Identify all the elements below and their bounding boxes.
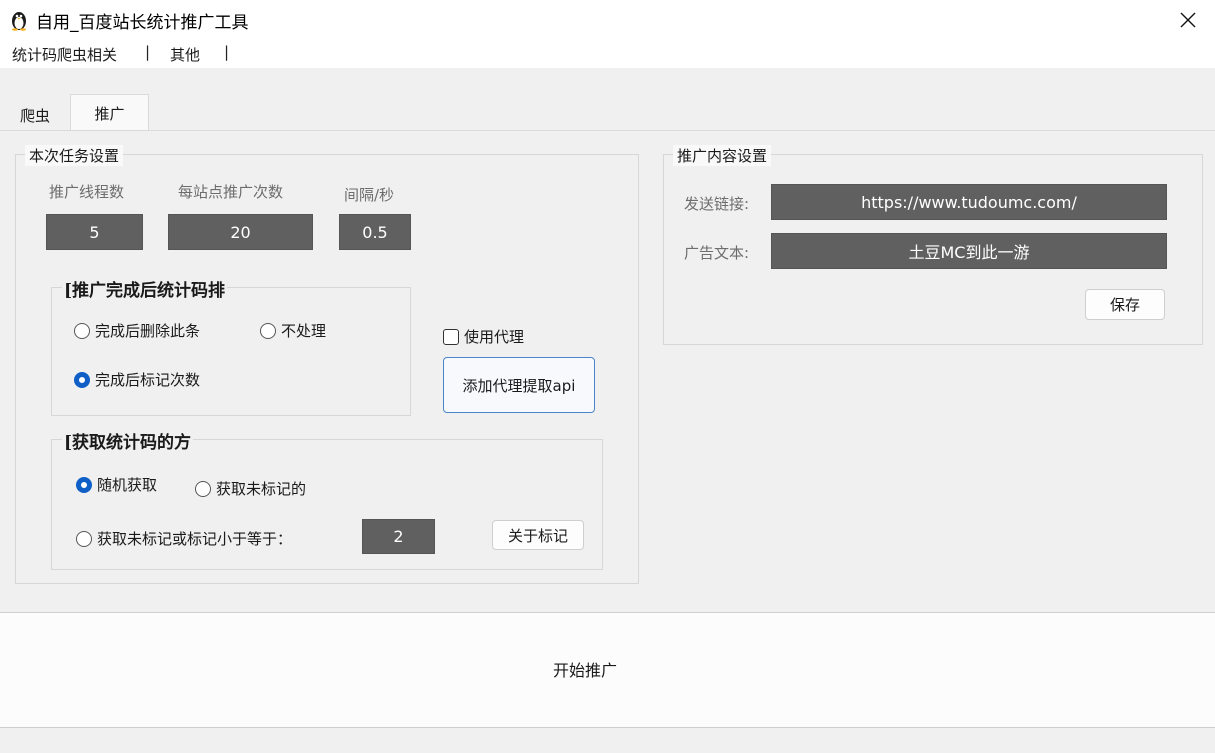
radio-label: 完成后标记次数: [95, 371, 201, 389]
threads-label: 推广线程数: [49, 183, 125, 201]
radio-mark-count[interactable]: 完成后标记次数: [74, 369, 200, 390]
save-button[interactable]: 保存: [1085, 289, 1165, 320]
use-proxy-checkbox[interactable]: 使用代理: [443, 326, 524, 347]
radio-label: 完成后删除此条: [95, 322, 201, 340]
radio-button-selected-icon: [76, 476, 92, 493]
fetch-method-group: [51, 439, 603, 570]
interval-label: 间隔/秒: [344, 186, 395, 204]
radio-button-icon: [195, 480, 211, 497]
radio-random-fetch[interactable]: 随机获取: [76, 474, 157, 495]
promo-content-title: 推广内容设置: [673, 145, 772, 166]
radio-button-icon: [76, 530, 92, 547]
link-label: 发送链接:: [684, 195, 750, 213]
per-site-count-field[interactable]: 20: [168, 214, 313, 250]
menu-separator: |: [224, 43, 230, 61]
menu-bar: 统计码爬虫相关 | 其他 |: [0, 40, 1215, 68]
ad-text-field[interactable]: 土豆MC到此一游: [771, 233, 1167, 269]
menu-item-other[interactable]: 其他: [170, 44, 200, 65]
link-field[interactable]: https://www.tudoumc.com/: [771, 184, 1167, 220]
about-mark-button[interactable]: 关于标记: [492, 520, 584, 550]
task-settings-title: 本次任务设置: [25, 145, 124, 166]
window-title: 自用_百度站长统计推广工具: [36, 13, 249, 33]
penguin-icon: [8, 9, 30, 31]
radio-fetch-unmarked[interactable]: 获取未标记的: [195, 478, 306, 499]
close-icon: [1180, 12, 1196, 28]
add-proxy-api-button[interactable]: 添加代理提取api: [443, 357, 595, 413]
menu-item-stat-code-crawler[interactable]: 统计码爬虫相关: [12, 44, 117, 65]
menu-separator: |: [145, 43, 151, 61]
tab-crawler[interactable]: 爬虫: [0, 99, 70, 131]
tab-promote[interactable]: 推广: [70, 94, 149, 131]
radio-button-selected-icon: [74, 371, 90, 388]
threads-field[interactable]: 5: [46, 214, 143, 250]
interval-field[interactable]: 0.5: [339, 214, 411, 250]
checkbox-icon: [443, 328, 459, 345]
radio-fetch-unmarked-or-le[interactable]: 获取未标记或标记小于等于：: [76, 528, 292, 549]
close-button[interactable]: [1168, 4, 1208, 36]
mark-threshold-field[interactable]: 2: [362, 519, 435, 554]
use-proxy-label: 使用代理: [464, 328, 525, 346]
fetch-method-title: [获取统计码的方: [62, 428, 194, 453]
per-site-label: 每站点推广次数: [178, 183, 284, 201]
radio-label: 获取未标记的: [216, 480, 307, 498]
title-bar: 自用_百度站长统计推广工具: [0, 0, 1215, 40]
radio-label: 随机获取: [97, 476, 158, 494]
radio-button-icon: [74, 322, 90, 339]
ad-text-label: 广告文本:: [684, 244, 750, 262]
radio-button-icon: [260, 322, 276, 339]
after-promo-group: [51, 287, 411, 416]
radio-delete-after[interactable]: 完成后删除此条: [74, 320, 200, 341]
after-promo-title: [推广完成后统计码排: [62, 276, 228, 301]
radio-no-action[interactable]: 不处理: [260, 320, 326, 341]
start-promote-button[interactable]: 开始推广: [540, 656, 630, 682]
radio-label: 获取未标记或标记小于等于：: [97, 530, 293, 548]
radio-label: 不处理: [281, 322, 327, 340]
